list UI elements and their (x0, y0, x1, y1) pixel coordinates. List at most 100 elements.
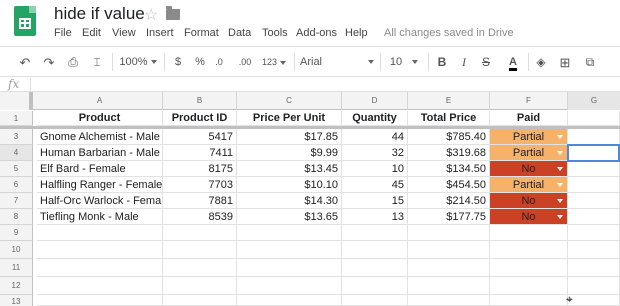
empty-cell[interactable] (37, 259, 163, 277)
header-cell-product-id[interactable]: Product ID (163, 111, 237, 126)
empty-cell[interactable] (408, 225, 490, 241)
borders-icon[interactable]: ⊞ (558, 55, 572, 70)
cell-quantity[interactable]: 45 (342, 177, 408, 193)
cell-g[interactable] (568, 129, 620, 145)
cell-product[interactable]: Elf Bard - Female (37, 161, 163, 177)
font-size-select[interactable]: 10 (386, 55, 422, 70)
cell-price-per-unit[interactable]: $13.65 (237, 209, 342, 225)
cell-product-id[interactable]: 7881 (163, 193, 237, 209)
row-header-9[interactable]: 9 (0, 225, 33, 241)
row-header-3[interactable]: 3 (0, 129, 33, 145)
decrease-decimal-button[interactable]: .0 (212, 55, 226, 70)
empty-cell[interactable] (342, 295, 408, 306)
empty-cell[interactable] (408, 241, 490, 259)
row-header-7[interactable]: 7 (0, 193, 33, 209)
dropdown-arrow-icon[interactable] (557, 151, 563, 155)
empty-cell[interactable] (37, 225, 163, 241)
empty-cell[interactable] (568, 241, 620, 259)
italic-button[interactable]: I (458, 55, 470, 70)
menu-data[interactable]: Data (228, 27, 251, 39)
strikethrough-button[interactable]: S (480, 55, 492, 70)
row-header-6[interactable]: 6 (0, 177, 33, 193)
redo-icon[interactable]: ↷ (42, 55, 56, 70)
more-formats-button[interactable]: 123 (260, 55, 288, 70)
row-header-1[interactable]: 1 (0, 111, 33, 126)
column-header-e[interactable]: E (408, 92, 490, 110)
cell-paid[interactable]: No (490, 161, 568, 177)
star-icon[interactable]: ☆ (144, 5, 158, 25)
menu-help[interactable]: Help (345, 27, 368, 39)
cell-paid[interactable]: Partial (490, 145, 568, 161)
column-header-f[interactable]: F (490, 92, 568, 110)
menu-format[interactable]: Format (184, 27, 219, 39)
empty-cell[interactable] (408, 277, 490, 295)
empty-cell[interactable] (490, 259, 568, 277)
zoom-select[interactable]: 100% (118, 55, 158, 70)
cell-total-price[interactable]: $319.68 (408, 145, 490, 161)
print-icon[interactable]: ⎙ (66, 55, 80, 70)
cell-product[interactable]: Tiefling Monk - Male (37, 209, 163, 225)
dropdown-arrow-icon[interactable] (557, 215, 563, 219)
row-header-13[interactable]: 13 (0, 295, 33, 306)
menu-tools[interactable]: Tools (262, 27, 288, 39)
cell-product-id[interactable]: 8175 (163, 161, 237, 177)
empty-cell[interactable] (490, 241, 568, 259)
column-header-a[interactable]: A (37, 92, 163, 110)
folder-icon[interactable] (166, 6, 180, 20)
empty-cell[interactable] (163, 225, 237, 241)
header-cell-product[interactable]: Product (37, 111, 163, 126)
cell-paid[interactable]: Partial (490, 177, 568, 193)
empty-cell[interactable] (237, 241, 342, 259)
header-cell-quantity[interactable]: Quantity (342, 111, 408, 126)
cell-price-per-unit[interactable]: $9.99 (237, 145, 342, 161)
dropdown-arrow-icon[interactable] (557, 199, 563, 203)
empty-cell[interactable] (37, 295, 163, 306)
empty-cell[interactable] (568, 277, 620, 295)
empty-cell[interactable] (568, 259, 620, 277)
selected-cell-g4[interactable] (567, 144, 620, 162)
empty-cell[interactable] (163, 259, 237, 277)
menu-addons[interactable]: Add-ons (296, 27, 337, 39)
cell-total-price[interactable]: $134.50 (408, 161, 490, 177)
cell-price-per-unit[interactable]: $13.45 (237, 161, 342, 177)
cell-g[interactable] (568, 209, 620, 225)
percent-button[interactable]: % (194, 55, 206, 70)
row-header-4[interactable]: 4 (0, 145, 33, 161)
cell-total-price[interactable]: $177.75 (408, 209, 490, 225)
cell-total-price[interactable]: $785.40 (408, 129, 490, 145)
menu-view[interactable]: View (112, 27, 136, 39)
cell-price-per-unit[interactable]: $14.30 (237, 193, 342, 209)
empty-cell[interactable] (163, 241, 237, 259)
header-cell-total-price[interactable]: Total Price (408, 111, 490, 126)
cell-quantity[interactable]: 44 (342, 129, 408, 145)
row-header-12[interactable]: 12 (0, 277, 33, 295)
cell-g[interactable] (568, 161, 620, 177)
empty-cell[interactable] (237, 295, 342, 306)
empty-cell[interactable] (568, 295, 620, 306)
menu-file[interactable]: File (54, 27, 72, 39)
column-header-d[interactable]: D (342, 92, 408, 110)
empty-cell[interactable] (490, 277, 568, 295)
bold-button[interactable]: B (436, 55, 448, 70)
paint-format-icon[interactable]: ⌶ (90, 55, 104, 70)
cell-product[interactable]: Human Barbarian - Male (37, 145, 163, 161)
menu-insert[interactable]: Insert (146, 27, 174, 39)
empty-cell[interactable] (490, 295, 568, 306)
row-header-10[interactable]: 10 (0, 241, 33, 259)
column-header-b[interactable]: B (163, 92, 237, 110)
increase-decimal-button[interactable]: .00 (236, 55, 254, 70)
text-color-button[interactable]: A (506, 55, 520, 71)
cell-product[interactable]: Gnome Alchemist - Male (37, 129, 163, 145)
cell-product[interactable]: Halfling Ranger - Female (37, 177, 163, 193)
merge-cells-icon[interactable]: ⧉ (582, 55, 598, 70)
currency-button[interactable]: $ (172, 55, 184, 70)
empty-cell[interactable] (342, 277, 408, 295)
cell-total-price[interactable]: $454.50 (408, 177, 490, 193)
font-select[interactable]: Arial (300, 55, 376, 70)
empty-cell[interactable] (408, 295, 490, 306)
fill-color-icon[interactable]: ◈ (534, 55, 548, 70)
select-all-corner[interactable] (0, 92, 33, 110)
empty-cell[interactable] (568, 225, 620, 241)
cell-total-price[interactable]: $214.50 (408, 193, 490, 209)
empty-cell[interactable] (342, 259, 408, 277)
